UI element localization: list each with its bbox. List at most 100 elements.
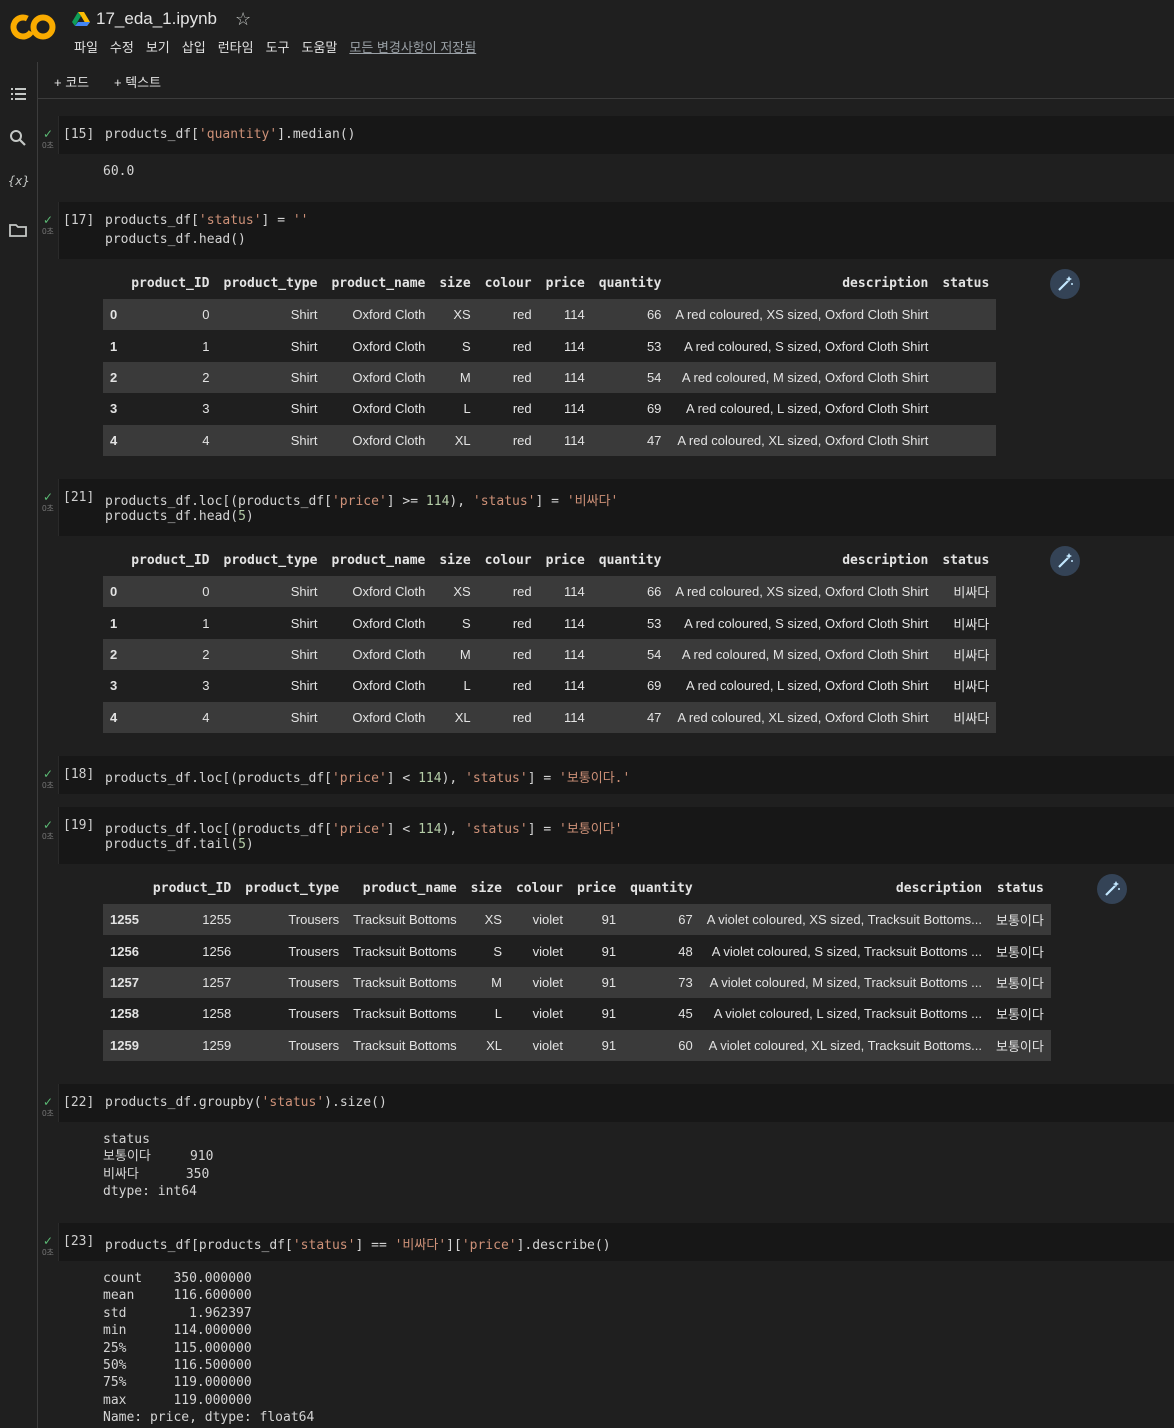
menu-view[interactable]: 보기 xyxy=(140,37,176,56)
dataframe-table: product_ID product_type product_name size co… xyxy=(103,268,997,456)
menu-runtime[interactable]: 런타임 xyxy=(212,37,260,56)
column-header: price xyxy=(545,553,585,568)
folder-icon[interactable] xyxy=(8,220,28,240)
table-cell: 53 xyxy=(646,615,662,631)
code-editor[interactable]: [15] products_df['quantity'].median() xyxy=(58,116,1174,154)
table-cell: XL xyxy=(486,1037,502,1053)
cell-output: count 350.000000 mean 116.600000 std 1.9… xyxy=(103,1271,315,1426)
code-line: products_df.groupby('status').size() xyxy=(105,1095,387,1110)
magic-wand-button[interactable] xyxy=(1050,269,1080,299)
code-editor[interactable]: [23] products_df[products_df['status'] =… xyxy=(58,1223,1174,1261)
table-cell: 48 xyxy=(678,943,693,959)
add-code-button[interactable]: + 코드 xyxy=(54,72,89,91)
search-icon[interactable] xyxy=(8,128,28,148)
execution-count: [15] xyxy=(63,127,95,142)
table-cell: XS xyxy=(453,307,471,323)
table-cell: Tracksuit Bottoms xyxy=(353,1037,457,1053)
code-line: products_df.loc[(products_df['price'] < … xyxy=(105,822,623,837)
check-icon: ✓ xyxy=(42,818,54,832)
column-header: size xyxy=(439,276,471,291)
code-editor[interactable]: [19] products_df.loc[(products_df['price… xyxy=(58,807,1174,864)
table-cell: A red coloured, M sized, Oxford Cloth Sh… xyxy=(681,369,929,385)
menu-file[interactable]: 파일 xyxy=(68,37,104,56)
column-header: status xyxy=(996,881,1044,896)
table-cell: M xyxy=(459,646,471,662)
menu-edit[interactable]: 수정 xyxy=(104,37,140,56)
cell-status: ✓ 0초 xyxy=(38,756,58,791)
table-cell: XS xyxy=(484,912,502,928)
table-header-row: product_ID product_type product_name size co… xyxy=(103,545,996,576)
save-status-link[interactable]: 모든 변경사항이 저장됨 xyxy=(343,37,482,56)
table-cell: Shirt xyxy=(290,338,318,354)
table-cell: 1 xyxy=(202,338,210,354)
table-cell xyxy=(935,330,996,361)
column-header: colour xyxy=(484,276,532,291)
code-editor[interactable]: [21] products_df.loc[(products_df['price… xyxy=(58,479,1174,536)
magic-wand-icon xyxy=(1058,553,1073,568)
code-line: products_df.tail(5) xyxy=(105,837,254,852)
code-cell-18: ✓ 0초 [18] products_df.loc[(products_df['p… xyxy=(38,756,1174,796)
code-editor[interactable]: [18] products_df.loc[(products_df['price… xyxy=(58,756,1174,794)
table-cell: 47 xyxy=(646,709,662,725)
table-row: 0 0 Shirt Oxford Cloth XS red 114 66 A red colou… xyxy=(103,576,997,608)
magic-wand-icon xyxy=(1105,881,1120,896)
table-cell: Oxford Cloth xyxy=(352,584,426,600)
table-cell: red xyxy=(512,709,532,725)
table-cell xyxy=(935,425,996,456)
table-cell: 91 xyxy=(601,1006,617,1022)
table-cell: 73 xyxy=(678,974,693,990)
table-cell: red xyxy=(512,615,532,631)
row-index: 1259 xyxy=(110,1037,139,1053)
table-cell: 114 xyxy=(564,369,585,385)
table-row: 2 2 Shirt Oxford Cloth Mred 114 54 A red colour… xyxy=(103,361,997,394)
table-cell: Tracksuit Bottoms xyxy=(353,974,457,990)
table-cell: Tracksuit Bottoms xyxy=(353,1006,457,1022)
table-cell: S xyxy=(462,615,471,631)
table-cell: violet xyxy=(532,943,563,959)
star-icon[interactable]: ☆ xyxy=(235,9,251,30)
code-editor[interactable]: [22] products_df.groupby('status').size(… xyxy=(58,1084,1174,1122)
table-row: 4 4 Shirt Oxford Cloth XL red 114 47 A red colou… xyxy=(103,701,997,733)
table-cell: L xyxy=(463,678,471,694)
table-cell: Tracksuit Bottoms xyxy=(353,943,457,959)
table-cell: red xyxy=(512,307,532,323)
table-cell: Shirt xyxy=(290,584,318,600)
execution-count: [23] xyxy=(63,1234,95,1249)
table-cell: A violet coloured, S sized, Tracksuit Bo… xyxy=(711,943,983,959)
table-cell: Oxford Cloth xyxy=(352,338,426,354)
dataframe-table: product_ID product_type product_name size co… xyxy=(103,545,997,733)
table-cell: L xyxy=(494,1006,502,1022)
variables-icon[interactable]: {x} xyxy=(8,174,30,194)
table-cell: A red coloured, L sized, Oxford Cloth Sh… xyxy=(686,401,929,417)
table-cell: 69 xyxy=(646,401,662,417)
table-cell: S xyxy=(493,943,502,959)
menu-bar: 파일 수정 보기 삽입 런타임 도구 도움말 모든 변경사항이 저장됨 xyxy=(68,37,482,56)
table-cell: red xyxy=(512,678,532,694)
table-cell: 보통이다 xyxy=(996,1007,1044,1023)
table-cell: violet xyxy=(532,912,563,928)
table-cell: 53 xyxy=(646,338,662,354)
table-cell: 비싸다 xyxy=(953,710,990,726)
add-text-button[interactable]: + 텍스트 xyxy=(114,72,161,91)
table-cell: Shirt xyxy=(290,401,318,417)
cell-status: ✓ 0초 xyxy=(38,479,58,514)
code-editor[interactable]: [17] products_df['status'] = '' products… xyxy=(58,202,1174,259)
colab-logo[interactable] xyxy=(10,10,56,44)
notebook-title[interactable]: 17_eda_1.ipynb xyxy=(96,9,217,29)
magic-wand-button[interactable] xyxy=(1050,546,1080,576)
table-cell: 114 xyxy=(564,709,585,725)
menu-help[interactable]: 도움말 xyxy=(296,37,344,56)
table-cell: 2 xyxy=(202,646,210,662)
table-cell: XL xyxy=(454,709,471,725)
column-header: quantity xyxy=(630,881,693,896)
table-cell: Oxford Cloth xyxy=(352,401,426,417)
table-cell: 91 xyxy=(601,943,617,959)
cell-status: ✓ 0초 xyxy=(38,807,58,842)
menu-tools[interactable]: 도구 xyxy=(260,37,296,56)
magic-wand-button[interactable] xyxy=(1097,874,1127,904)
menu-insert[interactable]: 삽입 xyxy=(176,37,212,56)
table-cell: red xyxy=(512,646,532,662)
table-cell: 2 xyxy=(202,369,210,385)
table-of-contents-icon[interactable] xyxy=(8,84,28,104)
table-cell: Shirt xyxy=(290,369,318,385)
